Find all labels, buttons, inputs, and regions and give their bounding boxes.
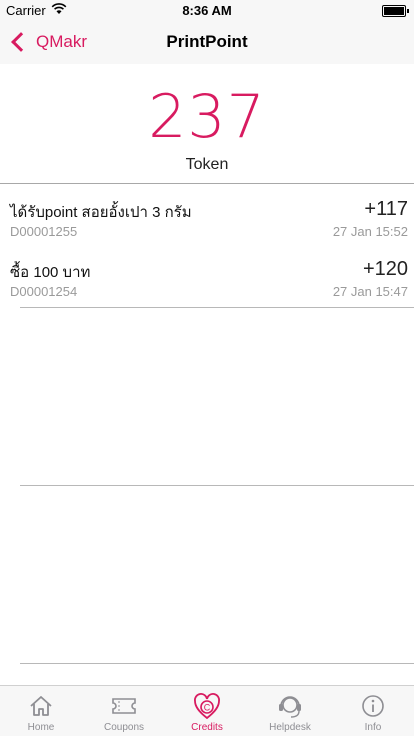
tab-coupons[interactable]: Coupons	[83, 686, 165, 736]
transaction-list: ได้รับpoint สอยอั้งเปา 3 กรัม D00001255 …	[0, 190, 414, 310]
tab-label: Home	[27, 722, 55, 733]
token-unit-label: Token	[185, 156, 229, 173]
transaction-title: ได้รับpoint สอยอั้งเปา 3 กรัม	[10, 204, 192, 221]
navigation-bar: QMakr PrintPoint	[0, 20, 414, 64]
tab-label: Info	[364, 722, 382, 733]
transaction-row[interactable]: ซื้อ 100 บาท D00001254 +120 27 Jan 15:47	[0, 250, 414, 310]
tab-label: Helpdesk	[269, 722, 311, 733]
tab-bar: Home Coupons C Credits Helpdesk Info	[0, 685, 414, 736]
transaction-date: 27 Jan 15:52	[332, 224, 408, 239]
list-separator	[20, 485, 414, 486]
list-separator	[20, 663, 414, 664]
transaction-amount: +117	[364, 198, 408, 220]
tab-info[interactable]: Info	[332, 686, 414, 736]
transaction-date: 27 Jan 15:47	[332, 284, 408, 299]
transaction-row[interactable]: ได้รับpoint สอยอั้งเปา 3 กรัม D00001255 …	[0, 190, 414, 250]
credits-icon: C	[194, 693, 220, 720]
list-separator	[20, 307, 414, 308]
tab-credits[interactable]: C Credits	[166, 686, 248, 736]
svg-text:C: C	[204, 703, 211, 713]
transaction-code: D00001254	[10, 284, 78, 299]
tab-label: Credits	[191, 722, 223, 733]
tab-home[interactable]: Home	[0, 686, 82, 736]
headset-icon	[279, 696, 301, 718]
token-balance: 237	[148, 82, 266, 152]
clock: 8:36 AM	[182, 3, 232, 18]
transaction-title: ซื้อ 100 บาท	[10, 264, 91, 281]
info-icon	[362, 695, 384, 717]
tab-label: Coupons	[103, 722, 145, 733]
status-bar: Carrier 8:36 AM	[0, 0, 414, 20]
page-title: PrintPoint	[166, 32, 248, 51]
home-icon	[30, 696, 52, 716]
transaction-amount: +120	[362, 258, 408, 280]
divider	[0, 183, 414, 184]
coupon-icon	[112, 698, 136, 714]
transaction-code: D00001255	[10, 224, 78, 239]
battery-icon	[382, 5, 409, 17]
tab-helpdesk[interactable]: Helpdesk	[249, 686, 331, 736]
